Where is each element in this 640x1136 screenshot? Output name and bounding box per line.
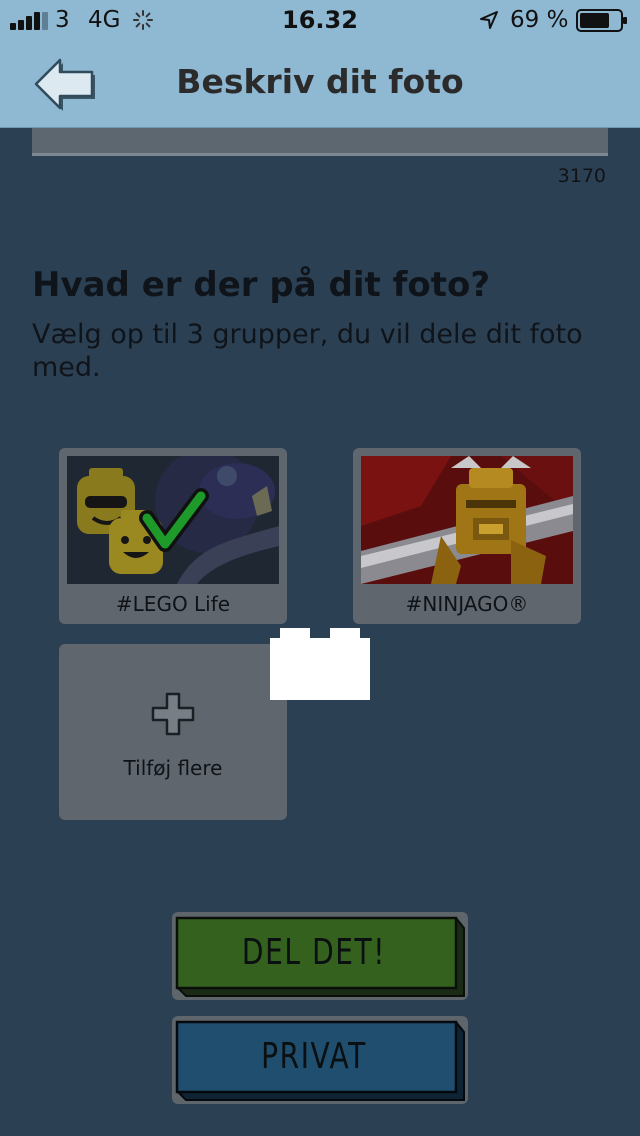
plus-icon — [151, 692, 195, 736]
header-bar: Beskriv dit foto — [0, 40, 640, 128]
status-bar: 3 4G 16.32 69 % — [0, 0, 640, 40]
add-more-label: Tilføj flere — [123, 756, 223, 780]
group-card-ninjago[interactable]: #NINJAGO® — [353, 448, 581, 624]
group-label: #NINJAGO® — [405, 592, 529, 616]
group-card-lego-life[interactable]: #LEGO Life — [59, 448, 287, 624]
ninjago-thumbnail — [361, 456, 573, 584]
character-counter: 3170 — [557, 165, 606, 187]
private-button[interactable]: PRIVAT — [172, 1016, 468, 1104]
page-title: Beskriv dit foto — [176, 62, 464, 101]
private-button-label: PRIVAT — [261, 1035, 367, 1077]
share-button[interactable]: DEL DET! — [172, 912, 468, 1000]
battery-icon — [576, 9, 627, 32]
add-more-groups-button[interactable]: Tilføj flere — [59, 644, 287, 820]
lego-life-thumbnail — [67, 456, 279, 584]
share-button-label: DEL DET! — [241, 931, 387, 973]
lego-brick-icon — [270, 628, 370, 700]
location-arrow-icon — [480, 11, 498, 29]
group-label: #LEGO Life — [115, 592, 231, 616]
screen: 3 4G 16.32 69 % Beskriv dit foto 3170 Hv… — [0, 0, 640, 1136]
description-input[interactable] — [32, 128, 608, 156]
groups-heading: Hvad er der på dit foto? — [32, 265, 491, 305]
groups-subheading: Vælg op til 3 grupper, du vil dele dit f… — [32, 319, 583, 383]
battery-percentage: 69 % — [510, 7, 569, 33]
